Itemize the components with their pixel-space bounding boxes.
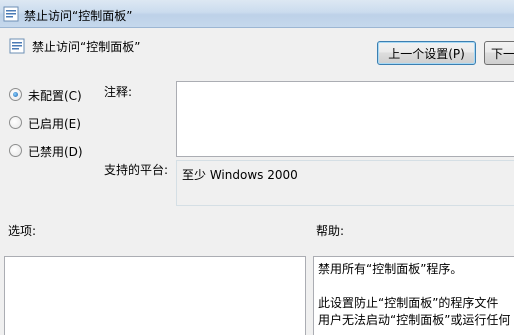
setting-name: 禁止访问“控制面板” — [32, 40, 141, 54]
help-text-line: 禁用所有“控制面板”程序。 — [318, 262, 463, 276]
radio-disabled[interactable] — [9, 144, 22, 157]
radio-label-disabled[interactable]: 已禁用(D) — [28, 143, 83, 160]
comment-textarea[interactable] — [176, 81, 514, 157]
previous-setting-button[interactable]: 上一个设置(P) — [377, 41, 476, 65]
radio-label-not-configured[interactable]: 未配置(C) — [28, 87, 82, 104]
supported-platform-label: 支持的平台: — [104, 163, 169, 177]
next-setting-button[interactable]: 下一 — [484, 41, 514, 65]
radio-enabled[interactable] — [9, 116, 22, 129]
help-label: 帮助: — [316, 224, 345, 238]
radio-label-enabled[interactable]: 已启用(E) — [28, 115, 81, 132]
options-panel[interactable] — [4, 256, 306, 335]
help-text-line: 用户无法启动“控制面板”或运行任何 — [318, 313, 511, 327]
policy-setting-icon — [9, 38, 25, 54]
policy-setting-icon — [3, 6, 19, 22]
help-text-line: 此设置防止“控制面板”的程序文件 — [318, 296, 499, 310]
radio-not-configured[interactable] — [9, 88, 22, 101]
supported-platform-box[interactable]: 至少 Windows 2000 — [176, 160, 514, 206]
options-label: 选项: — [8, 224, 37, 238]
window-title: 禁止访问“控制面板” — [24, 9, 133, 23]
radio-selected-dot — [13, 92, 18, 97]
supported-platform-value: 至少 Windows 2000 — [182, 168, 298, 182]
help-panel[interactable]: 禁用所有“控制面板”程序。 此设置防止“控制面板”的程序文件 用户无法启动“控制… — [313, 256, 514, 335]
title-bar[interactable]: 禁止访问“控制面板” — [0, 0, 514, 28]
comment-label: 注释: — [104, 85, 133, 99]
